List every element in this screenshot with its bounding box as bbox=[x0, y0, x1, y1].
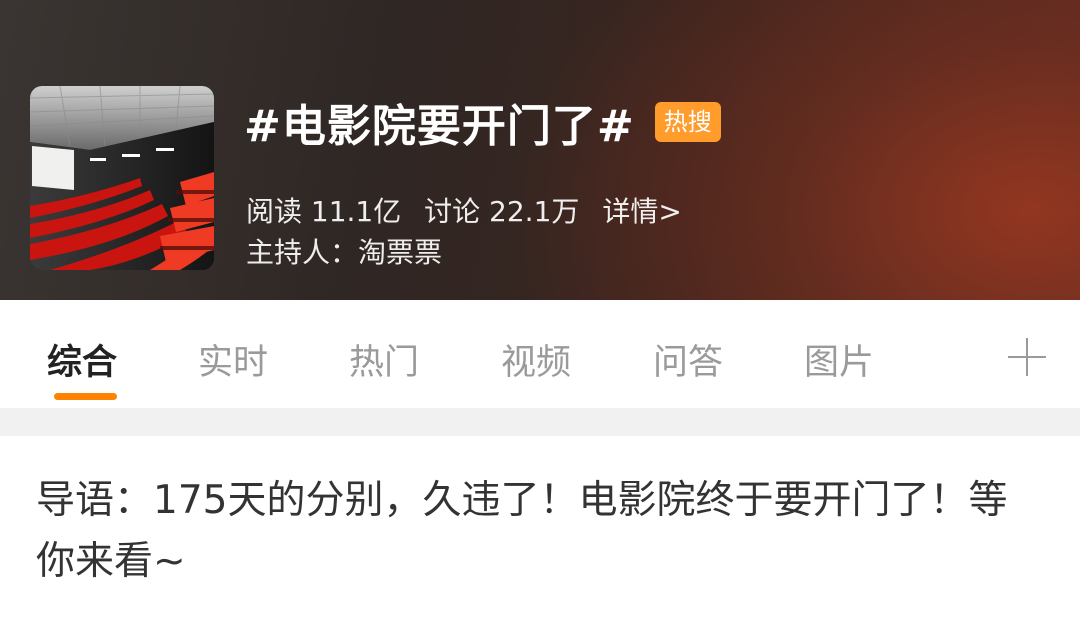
topic-thumbnail[interactable] bbox=[30, 86, 214, 270]
tab-video[interactable]: 视频 bbox=[501, 334, 571, 385]
topic-host[interactable]: 主持人：淘票票 bbox=[246, 231, 442, 271]
details-link[interactable]: 详情> bbox=[602, 195, 681, 228]
topic-title-row: #电影院要开门了# 热搜 bbox=[244, 90, 721, 154]
read-count: 阅读 11.1亿 bbox=[246, 195, 402, 228]
tab-popular[interactable]: 热门 bbox=[349, 334, 419, 385]
discussion-count: 讨论 22.1万 bbox=[424, 195, 580, 228]
topic-stats: 阅读 11.1亿 讨论 22.1万 详情> bbox=[246, 190, 696, 230]
plus-icon[interactable] bbox=[1008, 338, 1046, 376]
tab-images[interactable]: 图片 bbox=[804, 334, 874, 385]
section-divider bbox=[0, 408, 1080, 436]
tab-qa[interactable]: 问答 bbox=[653, 334, 723, 385]
tab-realtime[interactable]: 实时 bbox=[198, 334, 268, 385]
topic-intro: 导语：175天的分别，久违了！电影院终于要开门了！等你来看~ bbox=[36, 478, 1008, 584]
topic-title: #电影院要开门了# bbox=[244, 101, 635, 152]
tab-comprehensive[interactable]: 综合 bbox=[47, 334, 117, 385]
cinema-hall-image bbox=[30, 86, 214, 270]
topic-header: #电影院要开门了# 热搜 阅读 11.1亿 讨论 22.1万 详情> 主持人：淘… bbox=[0, 0, 1080, 300]
tab-bar: 综合 实时 热门 视频 问答 图片 bbox=[0, 300, 1080, 408]
hot-search-badge: 热搜 bbox=[654, 102, 721, 142]
active-tab-indicator bbox=[54, 393, 117, 400]
